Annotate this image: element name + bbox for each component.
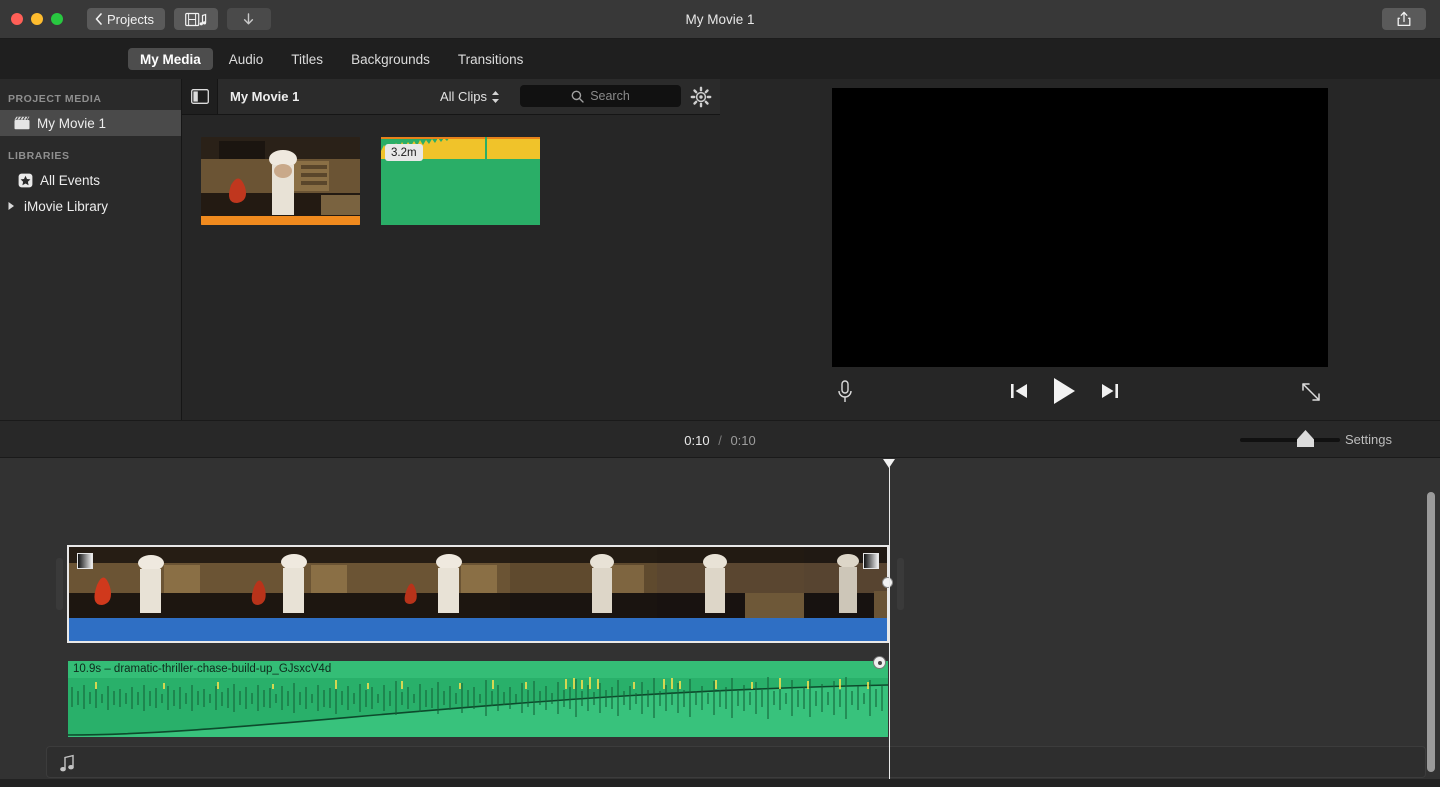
tab-transitions-label: Transitions bbox=[458, 52, 524, 67]
tab-list: My Media Audio Titles Backgrounds Transi… bbox=[128, 48, 535, 70]
library-sidebar: PROJECT MEDIA My Movie 1 LIBRARIES All E… bbox=[0, 79, 182, 420]
chevron-updown-icon bbox=[491, 90, 500, 104]
clip-filter-dropdown[interactable]: All Clips bbox=[440, 89, 500, 104]
video-preview[interactable] bbox=[832, 88, 1328, 367]
star-box-icon bbox=[18, 173, 33, 188]
sidebar-item-my-movie-1[interactable]: My Movie 1 bbox=[0, 110, 181, 136]
timecode-separator: / bbox=[718, 433, 722, 448]
sidebar-section-project-media: PROJECT MEDIA bbox=[0, 79, 181, 110]
fade-handle-icon[interactable] bbox=[77, 553, 93, 569]
maximize-button[interactable] bbox=[51, 13, 63, 25]
tab-backgrounds[interactable]: Backgrounds bbox=[339, 48, 442, 70]
browser-tab-bar: My Media Audio Titles Backgrounds Transi… bbox=[0, 39, 1440, 79]
media-browser-button[interactable] bbox=[174, 8, 218, 30]
window-controls bbox=[11, 13, 63, 25]
filmstrip-frame bbox=[216, 547, 363, 618]
sidebar-item-imovie-library[interactable]: iMovie Library bbox=[0, 193, 181, 219]
tab-my-media-label: My Media bbox=[140, 52, 201, 67]
clip-filter-label: All Clips bbox=[440, 89, 487, 104]
clapperboard-icon bbox=[14, 116, 30, 130]
sidebar-toggle-icon[interactable] bbox=[182, 79, 218, 114]
search-placeholder: Search bbox=[590, 89, 630, 103]
title-bar: Projects My Movie 1 bbox=[0, 0, 1440, 39]
clip-trim-handle-left[interactable] bbox=[56, 558, 63, 610]
total-time: 0:10 bbox=[730, 433, 755, 448]
timeline-vertical-scrollbar[interactable] bbox=[1427, 492, 1435, 772]
audio-clip-label: 10.9s – dramatic-thriller-chase-build-up… bbox=[73, 663, 331, 675]
timeline-toolbar: 0:10 / 0:10 Settings bbox=[0, 420, 1440, 458]
sidebar-item-all-events-label: All Events bbox=[40, 173, 100, 188]
media-browser-title: My Movie 1 bbox=[230, 89, 299, 104]
sidebar-item-imovie-library-label: iMovie Library bbox=[24, 199, 108, 214]
timecode-display: 0:10 / 0:10 bbox=[0, 433, 1440, 448]
audio-waveform-strip bbox=[201, 216, 360, 225]
search-input[interactable]: Search bbox=[520, 85, 681, 107]
filmstrip-frame bbox=[510, 547, 657, 618]
gear-icon[interactable] bbox=[690, 86, 712, 108]
back-to-projects-button[interactable]: Projects bbox=[87, 8, 165, 30]
filmstrip-music-icon bbox=[185, 12, 207, 27]
playback-controls bbox=[720, 374, 1440, 420]
media-item-video[interactable] bbox=[201, 137, 360, 225]
bottom-edge bbox=[0, 779, 1440, 787]
timeline-video-clip[interactable] bbox=[68, 546, 888, 618]
clip-filmstrip bbox=[69, 547, 887, 618]
minimize-button[interactable] bbox=[31, 13, 43, 25]
fade-handle-icon[interactable] bbox=[863, 553, 879, 569]
play-icon[interactable] bbox=[1051, 376, 1078, 406]
microphone-icon[interactable] bbox=[835, 379, 863, 409]
media-item-audio[interactable]: 3.2m bbox=[381, 137, 540, 225]
timeline-settings-button[interactable]: Settings bbox=[1345, 432, 1392, 447]
tab-titles-label: Titles bbox=[291, 52, 323, 67]
share-icon bbox=[1397, 11, 1411, 27]
chevron-left-icon bbox=[95, 13, 102, 25]
close-button[interactable] bbox=[11, 13, 23, 25]
music-dropzone[interactable] bbox=[46, 746, 1426, 778]
import-media-button[interactable] bbox=[227, 8, 271, 30]
timeline-zoom-slider[interactable] bbox=[1240, 438, 1340, 442]
tab-transitions[interactable]: Transitions bbox=[446, 48, 536, 70]
disclosure-triangle-icon[interactable] bbox=[4, 199, 18, 213]
tab-my-media[interactable]: My Media bbox=[128, 48, 213, 70]
viewer-panel bbox=[720, 79, 1440, 420]
imovie-window: Projects My Movie 1 bbox=[0, 0, 1440, 787]
sidebar-item-my-movie-1-label: My Movie 1 bbox=[37, 116, 106, 131]
tab-audio-label: Audio bbox=[229, 52, 264, 67]
back-to-projects-label: Projects bbox=[107, 12, 154, 27]
share-button[interactable] bbox=[1382, 8, 1426, 30]
sidebar-item-all-events[interactable]: All Events bbox=[0, 167, 181, 193]
audio-duration-badge: 3.2m bbox=[385, 144, 423, 161]
clip-trim-handle-right[interactable] bbox=[897, 558, 904, 610]
timeline-panel[interactable]: 10.9s – dramatic-thriller-chase-build-up… bbox=[0, 458, 1440, 787]
expand-arrows-icon[interactable] bbox=[1300, 381, 1326, 407]
media-grid: 3.2m bbox=[201, 137, 540, 225]
clip-audio-waveform[interactable] bbox=[68, 618, 888, 642]
tab-titles[interactable]: Titles bbox=[279, 48, 335, 70]
filmstrip-frame bbox=[657, 547, 804, 618]
video-clip-row bbox=[68, 546, 888, 650]
playhead-line bbox=[889, 467, 891, 787]
media-browser-toolbar: My Movie 1 All Clips Search bbox=[182, 79, 720, 115]
download-arrow-icon bbox=[242, 12, 255, 27]
tab-backgrounds-label: Backgrounds bbox=[351, 52, 430, 67]
media-browser: My Movie 1 All Clips Search bbox=[182, 79, 720, 420]
skip-next-icon[interactable] bbox=[1100, 381, 1120, 401]
skip-previous-icon[interactable] bbox=[1009, 381, 1029, 401]
search-icon bbox=[571, 90, 584, 103]
filmstrip-frame bbox=[363, 547, 510, 618]
video-thumbnail bbox=[201, 137, 360, 225]
transport-controls bbox=[1009, 376, 1120, 406]
sidebar-section-libraries: LIBRARIES bbox=[0, 136, 181, 167]
music-note-icon bbox=[59, 753, 77, 773]
tab-audio[interactable]: Audio bbox=[217, 48, 276, 70]
playhead[interactable] bbox=[883, 459, 895, 787]
current-time: 0:10 bbox=[684, 433, 709, 448]
timeline-audio-clip[interactable]: 10.9s – dramatic-thriller-chase-build-up… bbox=[68, 661, 888, 737]
